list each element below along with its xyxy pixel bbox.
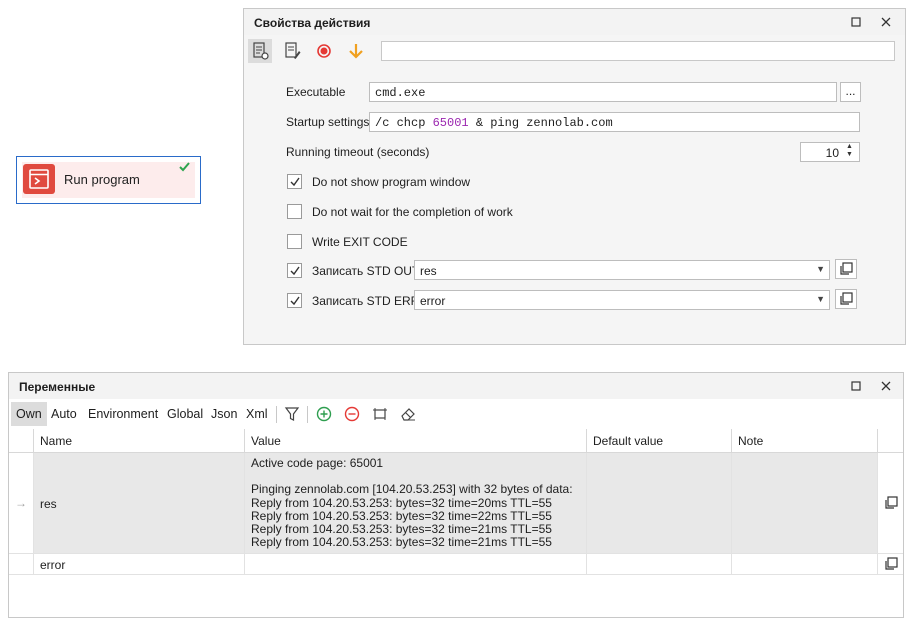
row-marker-header [9,429,34,453]
stderr-label: Записать STD ERR [312,294,420,308]
stderr-combo[interactable]: error ▼ [414,290,830,310]
stdout-label: Записать STD OUT [312,264,420,278]
row-marker-empty [9,554,34,575]
run-program-icon [23,164,55,194]
variable-name[interactable]: res [34,453,245,554]
close-icon[interactable] [878,14,894,30]
chevron-down-icon[interactable]: ▼ [816,294,825,304]
variable-note[interactable] [732,453,878,554]
copy-icon[interactable] [878,554,903,575]
edit-list-icon[interactable] [280,39,304,63]
arrow-down-icon[interactable] [344,39,368,63]
panel-header: Свойства действия [244,9,905,35]
variable-name[interactable]: error [34,554,245,575]
column-header-note[interactable]: Note [732,429,878,453]
no-wait-checkbox[interactable] [287,204,302,219]
run-program-node-body: Run program [22,162,195,198]
executable-input[interactable]: cmd.exe [369,82,837,102]
stdout-combo-value: res [420,264,437,278]
chevron-down-icon[interactable]: ▼ [816,264,825,274]
settings-list-icon[interactable] [248,39,272,63]
eraser-icon[interactable] [399,405,417,423]
executable-label: Executable [286,85,346,99]
tab-xml[interactable]: Xml [241,402,273,426]
variable-value[interactable] [245,554,587,575]
maximize-icon[interactable] [848,14,864,30]
stepper-arrows-icon[interactable]: ▲ ▼ [846,143,853,159]
add-variable-icon[interactable] [315,405,333,423]
copy-icon[interactable] [835,289,857,309]
variable-note[interactable] [732,554,878,575]
run-program-node[interactable]: Run program [16,156,201,204]
stderr-combo-value: error [420,294,446,308]
startup-prefix: /c chcp [375,116,433,130]
filter-icon[interactable] [283,405,301,423]
close-icon[interactable] [878,378,894,394]
variable-value[interactable]: Active code page: 65001 Pinging zennolab… [245,453,587,554]
actions-header [878,429,903,453]
startup-settings-label: Startup settings [286,115,370,129]
properties-toolbar [244,37,905,65]
stdout-combo[interactable]: res ▼ [414,260,830,280]
tab-json[interactable]: Json [206,402,242,426]
toolbar-input[interactable] [381,41,895,61]
column-header-name[interactable]: Name [34,429,245,453]
row-marker: → [9,453,34,554]
exit-code-label: Write EXIT CODE [312,235,408,249]
stderr-checkbox[interactable] [287,293,302,308]
startup-settings-input[interactable]: /c chcp 65001 & ping zennolab.com [369,112,860,132]
tab-auto[interactable]: Auto [46,402,82,426]
exit-code-checkbox[interactable] [287,234,302,249]
panel-title: Свойства действия [254,16,371,30]
column-header-default[interactable]: Default value [587,429,732,453]
remove-variable-icon[interactable] [343,405,361,423]
record-icon[interactable] [312,39,336,63]
checkmark-icon [179,161,190,175]
tab-own[interactable]: Own [11,402,47,426]
node-label: Run program [64,172,140,187]
timeout-label: Running timeout (seconds) [286,145,430,159]
toolbar-divider [307,406,308,423]
copy-icon[interactable] [835,259,857,279]
stdout-checkbox[interactable] [287,263,302,278]
hide-window-checkbox[interactable] [287,174,302,189]
variables-panel: Переменные Own Auto Environment Global J… [8,372,904,618]
frame-icon[interactable] [371,405,389,423]
toolbar-divider [276,406,277,423]
panel-title: Переменные [19,380,96,394]
browse-button[interactable]: ... [840,82,861,102]
no-wait-label: Do not wait for the completion of work [312,205,513,219]
tab-global[interactable]: Global [162,402,208,426]
hide-window-label: Do not show program window [312,175,471,189]
copy-icon[interactable] [878,453,903,554]
variable-default[interactable] [587,554,732,575]
column-header-value[interactable]: Value [245,429,587,453]
panel-header: Переменные [9,373,903,399]
action-properties-panel: Свойства действия Executable cmd.exe ...… [243,8,906,345]
maximize-icon[interactable] [848,378,864,394]
variables-toolbar: Own Auto Environment Global Json Xml [9,402,903,426]
startup-number: 65001 [432,116,469,130]
tab-environment[interactable]: Environment [83,402,163,426]
startup-suffix: & ping zennolab.com [468,116,613,130]
variable-default[interactable] [587,453,732,554]
